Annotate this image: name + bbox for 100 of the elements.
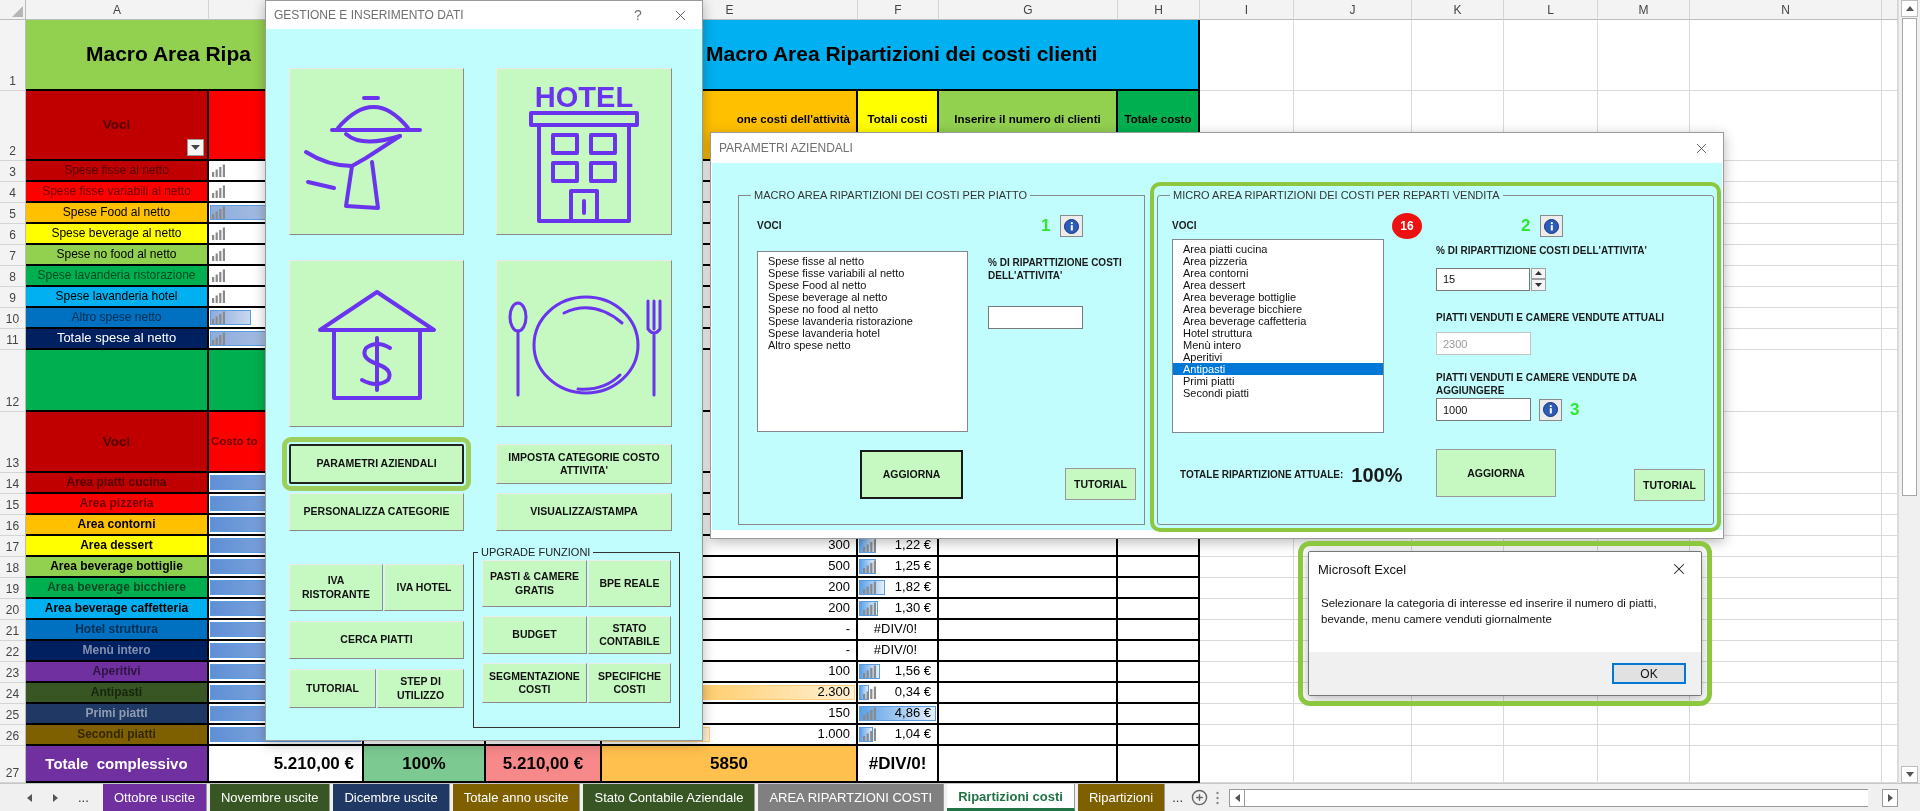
image-button[interactable]: [289, 68, 464, 235]
column-header: J: [1294, 0, 1412, 20]
image-button[interactable]: HOTEL: [496, 68, 672, 235]
table-cell: Spese no food al netto: [26, 245, 209, 266]
list-item[interactable]: Spese beverage al netto: [758, 291, 967, 303]
list-item[interactable]: Antipasti: [1173, 363, 1383, 375]
row-number: 27: [0, 746, 26, 783]
sheet-tab[interactable]: Dicembre uscite: [333, 784, 450, 811]
update-button[interactable]: AGGIORNA: [860, 449, 963, 499]
total-label: TOTALE RIPARTIZIONE ATTUALE:: [1180, 468, 1344, 482]
info-button[interactable]: [1539, 398, 1562, 421]
input-field[interactable]: 1000: [1436, 398, 1531, 421]
hotel-building-icon: [529, 110, 639, 223]
row-number: 8: [0, 266, 26, 287]
window-title: PARAMETRI AZIENDALI: [719, 141, 854, 155]
list-item[interactable]: Spese Food al netto: [758, 279, 967, 291]
bar-chart-icon: [862, 707, 877, 720]
caret-down-icon: [1535, 282, 1542, 287]
scroll-left-button[interactable]: [1229, 788, 1246, 807]
menu-button[interactable]: BUDGET: [482, 616, 587, 654]
menu-button[interactable]: BPE REALE: [587, 560, 671, 607]
tutorial-button[interactable]: TUTORIAL: [1065, 468, 1136, 500]
table-cell: Area beverage caffetteria: [26, 599, 209, 620]
list-item[interactable]: Aperitivi: [1173, 351, 1383, 363]
list-item[interactable]: Hotel struttura: [1173, 327, 1383, 339]
info-button[interactable]: [1060, 215, 1084, 237]
list-item[interactable]: Spese fisse al netto: [758, 255, 967, 267]
sheet-tab[interactable]: Ottobre uscite: [103, 784, 207, 811]
frame-legend: MICRO AREA RIPARTIZIONI DEI COSTI PER REPARTI VENDITA: [1170, 189, 1503, 201]
menu-button[interactable]: CERCA PIATTI: [289, 621, 464, 659]
menu-button[interactable]: SPECIFICHE COSTI: [587, 663, 671, 703]
row-number: 14: [0, 473, 26, 494]
list-item[interactable]: Area beverage bottiglie: [1173, 291, 1383, 303]
info-icon: [1064, 218, 1080, 234]
menu-button[interactable]: IVA RISTORANTE: [289, 564, 383, 611]
ok-button[interactable]: OK: [1612, 663, 1686, 684]
image-button[interactable]: [496, 260, 672, 427]
list-label: VOCI: [757, 219, 782, 233]
row-number: 18: [0, 557, 26, 578]
field-label: % DI RIPARTTIZIONE COSTI DELL'ATTIVITA': [1436, 245, 1647, 258]
table-cell: Area beverage bottiglie: [26, 557, 209, 578]
list-item[interactable]: Area piatti cucina: [1173, 243, 1383, 255]
sheet-tab[interactable]: Novembre uscite: [209, 784, 331, 811]
count-badge: 16: [1392, 213, 1422, 239]
dots-icon: [1216, 790, 1220, 805]
input-field[interactable]: 15: [1436, 267, 1530, 291]
scroll-right-button[interactable]: [1882, 788, 1898, 807]
list-item[interactable]: Primi piatti: [1173, 375, 1383, 387]
sheet-tab[interactable]: AREA RIPARTZIONI COSTI: [758, 784, 945, 811]
menu-button[interactable]: VISUALIZZA/STAMPA: [496, 493, 672, 531]
caret-down-icon: [1905, 772, 1914, 777]
spin-up-button[interactable]: [1531, 267, 1546, 279]
scroll-up-button[interactable]: [1901, 0, 1918, 17]
list-item[interactable]: Spese fisse variabili al netto: [758, 267, 967, 279]
list-item[interactable]: Spese no food al netto: [758, 303, 967, 315]
table-cell: Spese lavanderia ristorazione: [26, 266, 209, 287]
list-item[interactable]: Area beverage caffetteria: [1173, 315, 1383, 327]
scrollbar-thumb[interactable]: [1245, 788, 1868, 807]
menu-button[interactable]: IMPOSTA CATEGORIE COSTO ATTIVITA': [496, 444, 672, 484]
menu-button[interactable]: PERSONALIZZA CATEGORIE: [289, 493, 464, 531]
frame-legend: UPGRADE FUNZIONI: [478, 546, 594, 558]
filter-dropdown-button[interactable]: [187, 139, 204, 156]
input-field[interactable]: [988, 306, 1083, 329]
scroll-down-button[interactable]: [1901, 766, 1918, 783]
cell-value: 2.300: [817, 685, 850, 700]
list-item[interactable]: Area dessert: [1173, 279, 1383, 291]
list-item[interactable]: Altro spese netto: [758, 339, 967, 351]
table-cell: 5850: [602, 746, 858, 783]
caret-left-icon: [26, 793, 32, 802]
menu-button[interactable]: IVA HOTEL: [384, 564, 464, 611]
menu-button[interactable]: PASTI & CAMERE GRATIS: [482, 560, 587, 607]
more-tabs-button[interactable]: ...: [74, 790, 93, 805]
sheet-tab[interactable]: Totale anno uscite: [452, 784, 581, 811]
table-cell: Totale complessivo: [26, 746, 209, 783]
image-button[interactable]: [289, 260, 464, 427]
list-label: VOCI: [1172, 219, 1197, 233]
sheet-tab[interactable]: Ripartizioni costi: [947, 784, 1075, 811]
menu-button[interactable]: TUTORIAL: [289, 669, 376, 708]
list-item[interactable]: Area beverage bicchiere: [1173, 303, 1383, 315]
list-item[interactable]: Spese lavanderia hotel: [758, 327, 967, 339]
sheet-tab[interactable]: Ripartizioni: [1077, 784, 1166, 811]
list-item[interactable]: Secondi piatti: [1173, 387, 1383, 399]
tutorial-button[interactable]: TUTORIAL: [1634, 469, 1705, 501]
caret-right-icon: [52, 793, 58, 802]
menu-button[interactable]: SEGMENTAZIONE COSTI: [482, 663, 587, 703]
update-button[interactable]: AGGIORNA: [1436, 449, 1556, 497]
menu-button[interactable]: STATO CONTABILE: [587, 616, 671, 654]
sheet-tab[interactable]: Stato Contabile Aziendale: [583, 784, 756, 811]
list-item[interactable]: Spese lavanderia ristorazione: [758, 315, 967, 327]
table-cell: 5.210,00 €: [486, 746, 602, 783]
row-number: 22: [0, 641, 26, 662]
scrollbar-thumb[interactable]: [1902, 18, 1917, 496]
more-tabs-button[interactable]: ...: [1168, 784, 1188, 811]
row-number: 19: [0, 578, 26, 599]
list-item[interactable]: Area contorni: [1173, 267, 1383, 279]
menu-button[interactable]: STEP DI UTILIZZO: [377, 669, 464, 708]
info-button[interactable]: [1540, 215, 1564, 237]
spin-down-button[interactable]: [1531, 279, 1546, 291]
list-item[interactable]: Area pizzeria: [1173, 255, 1383, 267]
list-item[interactable]: Menù intero: [1173, 339, 1383, 351]
